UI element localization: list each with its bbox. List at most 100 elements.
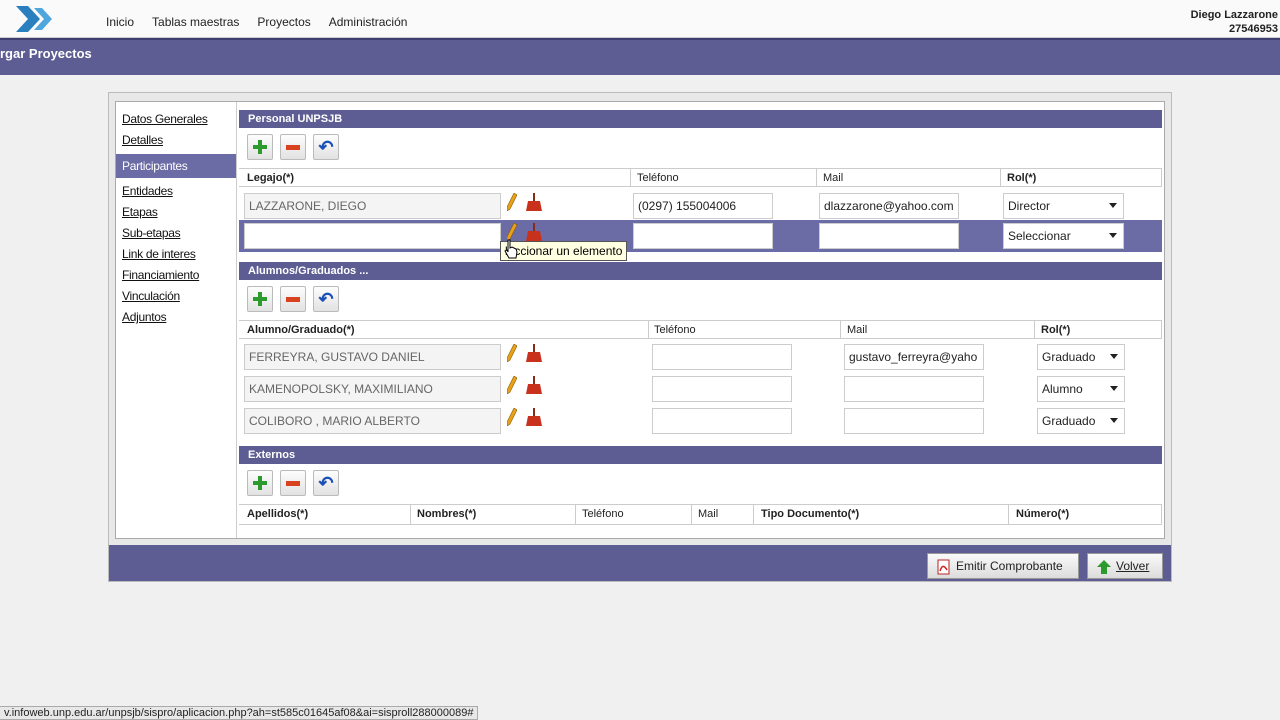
column-divider xyxy=(840,321,841,339)
mail-field[interactable] xyxy=(844,376,984,402)
plus-icon xyxy=(253,292,267,306)
hand-cursor-icon xyxy=(504,239,518,259)
chevron-down-icon xyxy=(1110,386,1118,391)
alumnos-add-button[interactable] xyxy=(247,286,273,312)
sidebar-item-sub-etapas[interactable]: Sub-etapas xyxy=(122,226,236,240)
column-divider xyxy=(816,169,817,187)
emitir-comprobante-button[interactable]: Emitir Comprobante xyxy=(927,553,1079,579)
main-panel: Datos Generales Detalles Participantes E… xyxy=(108,92,1172,582)
chevron-down-icon xyxy=(1109,203,1117,208)
mail-field[interactable] xyxy=(844,408,984,434)
rol-select[interactable]: Alumno xyxy=(1037,376,1125,402)
minus-icon xyxy=(286,144,300,150)
broom-icon[interactable] xyxy=(526,344,542,362)
broom-icon[interactable] xyxy=(526,408,542,426)
broom-icon[interactable] xyxy=(526,193,542,211)
personal-row: LAZZARONE, DIEGO (0297) 155004006 dlazza… xyxy=(239,188,1162,220)
col-telefono: Teléfono xyxy=(654,324,696,336)
column-divider xyxy=(1034,321,1035,339)
alumno-field[interactable]: KAMENOPOLSKY, MAXIMILIANO xyxy=(244,376,501,402)
column-divider xyxy=(648,321,649,339)
alumno-field[interactable]: FERREYRA, GUSTAVO DANIEL xyxy=(244,344,501,370)
back-arrow-icon xyxy=(1097,560,1111,574)
personal-undo-button[interactable]: ↶ xyxy=(313,134,339,160)
section-alumnos-header: Alumnos/Graduados ... xyxy=(239,262,1162,280)
user-name: Diego Lazzarone xyxy=(1190,9,1278,21)
personal-remove-button[interactable] xyxy=(280,134,306,160)
legajo-field[interactable] xyxy=(244,223,501,249)
rol-select[interactable]: Seleccionar xyxy=(1003,223,1124,249)
externos-undo-button[interactable]: ↶ xyxy=(313,470,339,496)
externos-table-header: Apellidos(*) Nombres(*) Teléfono Mail Ti… xyxy=(239,504,1162,525)
broom-icon[interactable] xyxy=(526,223,542,241)
volver-button[interactable]: Volver xyxy=(1087,553,1163,579)
column-divider xyxy=(691,505,692,525)
pencil-icon[interactable] xyxy=(507,193,517,211)
col-mail: Mail xyxy=(823,172,844,184)
section-externos-header: Externos xyxy=(239,446,1162,464)
rol-select[interactable]: Graduado xyxy=(1037,344,1125,370)
col-rol: Rol(*) xyxy=(1041,324,1071,336)
column-divider xyxy=(630,169,631,187)
col-mail: Mail xyxy=(847,324,868,336)
rol-select-value: Director xyxy=(1008,199,1051,213)
col-legajo: Legajo(*) xyxy=(247,172,295,184)
pencil-icon[interactable] xyxy=(507,344,517,362)
sidebar-item-link-de-interes[interactable]: Link de interes xyxy=(122,247,236,261)
pencil-icon[interactable] xyxy=(507,408,517,426)
undo-icon: ↶ xyxy=(318,289,334,309)
chevron-down-icon xyxy=(1110,418,1118,423)
col-tipo-documento: Tipo Documento(*) xyxy=(761,508,860,520)
col-apellidos: Apellidos(*) xyxy=(247,508,309,520)
rol-select-value: Seleccionar xyxy=(1008,229,1071,243)
sidebar: Datos Generales Detalles Participantes E… xyxy=(116,102,237,538)
col-numero: Número(*) xyxy=(1016,508,1070,520)
telefono-field[interactable] xyxy=(652,408,792,434)
app-logo-icon[interactable] xyxy=(14,4,62,34)
sidebar-item-vinculacion[interactable]: Vinculación xyxy=(122,289,236,303)
sidebar-item-entidades[interactable]: Entidades xyxy=(122,184,236,198)
col-alumno: Alumno/Graduado(*) xyxy=(247,324,355,336)
broom-icon[interactable] xyxy=(526,376,542,394)
footer-bar: Emitir Comprobante Volver xyxy=(109,545,1171,581)
telefono-field[interactable]: (0297) 155004006 xyxy=(633,193,773,219)
col-mail: Mail xyxy=(698,508,719,520)
page-title: rgar Proyectos xyxy=(0,46,92,61)
mail-field[interactable] xyxy=(819,223,959,249)
nav-administracion[interactable]: Administración xyxy=(329,15,408,29)
sidebar-item-datos-generales[interactable]: Datos Generales xyxy=(122,112,236,126)
chevron-down-icon xyxy=(1109,233,1117,238)
emitir-comprobante-label: Emitir Comprobante xyxy=(956,559,1063,573)
sidebar-item-etapas[interactable]: Etapas xyxy=(122,205,236,219)
sidebar-item-detalles[interactable]: Detalles xyxy=(122,133,236,147)
rol-select[interactable]: Graduado xyxy=(1037,408,1125,434)
nav-tablas-maestras[interactable]: Tablas maestras xyxy=(152,15,239,29)
telefono-field[interactable] xyxy=(652,344,792,370)
telefono-field[interactable] xyxy=(652,376,792,402)
sidebar-item-financiamiento[interactable]: Financiamiento xyxy=(122,268,236,282)
nav-inicio[interactable]: Inicio xyxy=(106,15,134,29)
externos-add-button[interactable] xyxy=(247,470,273,496)
legajo-field[interactable]: LAZZARONE, DIEGO xyxy=(244,193,501,219)
telefono-field[interactable] xyxy=(633,223,773,249)
personal-add-button[interactable] xyxy=(247,134,273,160)
nav-proyectos[interactable]: Proyectos xyxy=(257,15,310,29)
alumnos-table-header: Alumno/Graduado(*) Teléfono Mail Rol(*) xyxy=(239,320,1162,339)
browser-status-bar: v.infoweb.unp.edu.ar/unpsjb/sispro/aplic… xyxy=(0,706,479,720)
rol-select[interactable]: Director xyxy=(1003,193,1124,219)
main-nav: Inicio Tablas maestras Proyectos Adminis… xyxy=(106,15,407,29)
undo-icon: ↶ xyxy=(318,137,334,157)
pencil-icon[interactable] xyxy=(507,376,517,394)
section-personal-header: Personal UNPSJB xyxy=(239,110,1162,128)
sidebar-item-participantes[interactable]: Participantes xyxy=(116,154,236,178)
sidebar-item-adjuntos[interactable]: Adjuntos xyxy=(122,310,236,324)
alumno-field[interactable]: COLIBORO , MARIO ALBERTO xyxy=(244,408,501,434)
alumnos-remove-button[interactable] xyxy=(280,286,306,312)
mail-field[interactable]: dlazzarone@yahoo.com xyxy=(819,193,959,219)
col-nombres: Nombres(*) xyxy=(417,508,477,520)
column-divider xyxy=(410,505,411,525)
alumnos-undo-button[interactable]: ↶ xyxy=(313,286,339,312)
participants-content: Personal UNPSJB ↶ Legajo(*) Teléfono Mai… xyxy=(239,102,1164,538)
externos-remove-button[interactable] xyxy=(280,470,306,496)
mail-field[interactable]: gustavo_ferreyra@yaho xyxy=(844,344,984,370)
